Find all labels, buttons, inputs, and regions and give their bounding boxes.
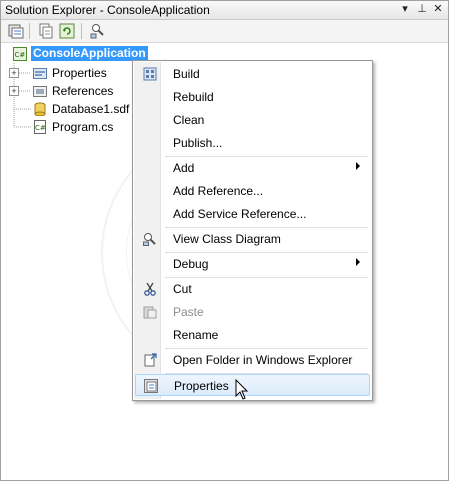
expand-references-icon[interactable]: + (9, 86, 19, 96)
svg-text:C#: C# (35, 124, 46, 132)
menu-item-label: Publish... (173, 136, 223, 150)
menu-item-add[interactable]: Add (135, 157, 370, 179)
menu-item-clean[interactable]: Clean (135, 109, 370, 131)
build-icon (143, 67, 157, 81)
class-diagram-icon (143, 232, 157, 246)
menu-item-rebuild[interactable]: Rebuild (135, 86, 370, 108)
menu-item-paste: Paste (135, 301, 370, 323)
menu-item-label: Paste (173, 305, 204, 319)
menu-item-label: Add Reference... (173, 184, 264, 198)
submenu-arrow-icon (356, 162, 360, 170)
menu-item-open-folder-in-windows-explorer[interactable]: Open Folder in Windows Explorer (135, 349, 370, 371)
menu-item-label: Rename (173, 328, 219, 342)
menu-item-label: Debug (173, 257, 209, 271)
menu-item-publish[interactable]: Publish... (135, 132, 370, 154)
properties-folder-icon (33, 66, 47, 79)
menu-item-label: Cut (173, 282, 192, 296)
menu-item-label: Rebuild (173, 90, 214, 104)
mouse-pointer-icon (235, 378, 251, 401)
menu-item-add-reference[interactable]: Add Reference... (135, 180, 370, 202)
menu-item-rename[interactable]: Rename (135, 324, 370, 346)
references-icon (33, 84, 47, 97)
open-folder-icon (143, 353, 157, 367)
tree-item-program-cs[interactable]: Program.cs (52, 119, 113, 135)
menu-item-label: Clean (173, 113, 205, 127)
menu-item-add-service-reference[interactable]: Add Service Reference... (135, 203, 370, 225)
properties-icon (144, 379, 158, 393)
menu-item-label: Build (173, 67, 200, 81)
csharp-file-icon: C# (33, 120, 47, 134)
menu-item-cut[interactable]: Cut (135, 278, 370, 300)
menu-item-view-class-diagram[interactable]: View Class Diagram (135, 228, 370, 250)
expand-properties-icon[interactable]: + (9, 68, 19, 78)
tree-item-database1-sdf[interactable]: Database1.sdf (52, 101, 129, 117)
menu-item-build[interactable]: Build (135, 63, 370, 85)
menu-item-debug[interactable]: Debug (135, 253, 370, 275)
tree-item-references[interactable]: References (52, 83, 113, 99)
menu-item-properties[interactable]: Properties (135, 374, 370, 396)
tree-item-properties[interactable]: Properties (52, 65, 107, 81)
submenu-arrow-icon (356, 258, 360, 266)
menu-item-label: Add (173, 161, 195, 175)
scissors-icon (143, 282, 157, 296)
menu-item-label: Add Service Reference... (173, 207, 307, 221)
menu-item-label: Open Folder in Windows Explorer (173, 353, 353, 367)
database-icon (34, 102, 48, 117)
paste-icon (143, 305, 157, 319)
context-menu: Build Rebuild Clean Publish... Add Add R… (132, 60, 373, 401)
solution-explorer-window: Solution Explorer - ConsoleApplication ▾… (0, 0, 449, 481)
menu-item-label: View Class Diagram (173, 232, 281, 246)
menu-item-label: Properties (174, 379, 229, 393)
